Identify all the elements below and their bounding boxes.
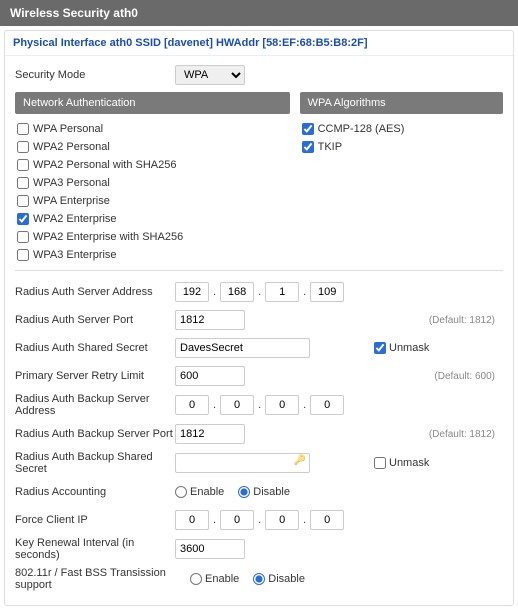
force-ip-1[interactable] bbox=[175, 510, 209, 530]
radius-shared-secret-input[interactable] bbox=[175, 338, 310, 358]
retry-limit-label: Primary Server Retry Limit bbox=[15, 370, 175, 382]
backup-port-input[interactable] bbox=[175, 424, 245, 444]
backup-secret-label: Radius Auth Backup Shared Secret bbox=[15, 451, 175, 475]
auth-wpa2-personal[interactable]: WPA2 Personal bbox=[15, 138, 290, 156]
key-renewal-input[interactable] bbox=[175, 539, 245, 559]
auth-wpa3-personal[interactable]: WPA3 Personal bbox=[15, 174, 290, 192]
wpa-algorithms-header: WPA Algorithms bbox=[300, 92, 503, 114]
radius-ip-2[interactable] bbox=[220, 282, 254, 302]
radius-shared-secret-label: Radius Auth Shared Secret bbox=[15, 342, 175, 354]
key-renewal-label: Key Renewal Interval (in seconds) bbox=[15, 537, 175, 561]
radius-port-default: (Default: 1812) bbox=[429, 315, 503, 326]
radius-server-port-input[interactable] bbox=[175, 310, 245, 330]
accounting-disable[interactable]: Disable bbox=[238, 486, 290, 498]
force-client-ip-label: Force Client IP bbox=[15, 514, 175, 526]
backup-secret-input[interactable] bbox=[175, 453, 310, 473]
backup-ip-4[interactable] bbox=[310, 395, 344, 415]
unmask-backup-secret[interactable]: Unmask bbox=[374, 457, 429, 469]
radius-server-port-label: Radius Auth Server Port bbox=[15, 314, 175, 326]
alg-tkip[interactable]: TKIP bbox=[300, 138, 503, 156]
security-mode-label: Security Mode bbox=[15, 69, 175, 81]
auth-wpa2-enterprise-sha256[interactable]: WPA2 Enterprise with SHA256 bbox=[15, 228, 290, 246]
backup-ip-1[interactable] bbox=[175, 395, 209, 415]
auth-wpa-enterprise[interactable]: WPA Enterprise bbox=[15, 192, 290, 210]
network-auth-header: Network Authentication bbox=[15, 92, 290, 114]
radius-ip-4[interactable] bbox=[310, 282, 344, 302]
force-ip-4[interactable] bbox=[310, 510, 344, 530]
radius-accounting-label: Radius Accounting bbox=[15, 486, 175, 498]
fastbss-enable[interactable]: Enable bbox=[190, 573, 239, 585]
auth-algorithm-groups: Network Authentication WPA Personal WPA2… bbox=[15, 92, 503, 264]
backup-addr-label: Radius Auth Backup Server Address bbox=[15, 393, 175, 417]
unmask-secret[interactable]: Unmask bbox=[374, 342, 429, 354]
auth-wpa2-personal-sha256[interactable]: WPA2 Personal with SHA256 bbox=[15, 156, 290, 174]
radius-ip-3[interactable] bbox=[265, 282, 299, 302]
auth-wpa2-enterprise[interactable]: WPA2 Enterprise bbox=[15, 210, 290, 228]
radius-ip-1[interactable] bbox=[175, 282, 209, 302]
fastbss-disable[interactable]: Disable bbox=[253, 573, 305, 585]
backup-ip-3[interactable] bbox=[265, 395, 299, 415]
backup-ip-2[interactable] bbox=[220, 395, 254, 415]
force-ip-2[interactable] bbox=[220, 510, 254, 530]
fast-bss-label: 802.11r / Fast BSS Transission support bbox=[15, 567, 190, 591]
backup-port-default: (Default: 1812) bbox=[429, 429, 503, 440]
retry-limit-input[interactable] bbox=[175, 366, 245, 386]
physical-interface-label: Physical Interface ath0 SSID [davenet] H… bbox=[5, 31, 513, 56]
force-ip-3[interactable] bbox=[265, 510, 299, 530]
main-panel: Physical Interface ath0 SSID [davenet] H… bbox=[4, 30, 514, 606]
network-auth-list: WPA Personal WPA2 Personal WPA2 Personal… bbox=[15, 120, 290, 264]
wpa-algorithms-list: CCMP-128 (AES) TKIP bbox=[300, 120, 503, 156]
divider bbox=[15, 270, 503, 271]
accounting-enable[interactable]: Enable bbox=[175, 486, 224, 498]
security-mode-section: Security Mode WPA Network Authentication… bbox=[5, 56, 513, 605]
security-mode-select[interactable]: WPA bbox=[175, 65, 245, 85]
alg-ccmp[interactable]: CCMP-128 (AES) bbox=[300, 120, 503, 138]
backup-port-label: Radius Auth Backup Server Port bbox=[15, 428, 175, 440]
page-title: Wireless Security ath0 bbox=[0, 0, 518, 26]
radius-server-addr-label: Radius Auth Server Address bbox=[15, 286, 175, 298]
retry-limit-default: (Default: 600) bbox=[434, 371, 503, 382]
auth-wpa-personal[interactable]: WPA Personal bbox=[15, 120, 290, 138]
auth-wpa3-enterprise[interactable]: WPA3 Enterprise bbox=[15, 246, 290, 264]
